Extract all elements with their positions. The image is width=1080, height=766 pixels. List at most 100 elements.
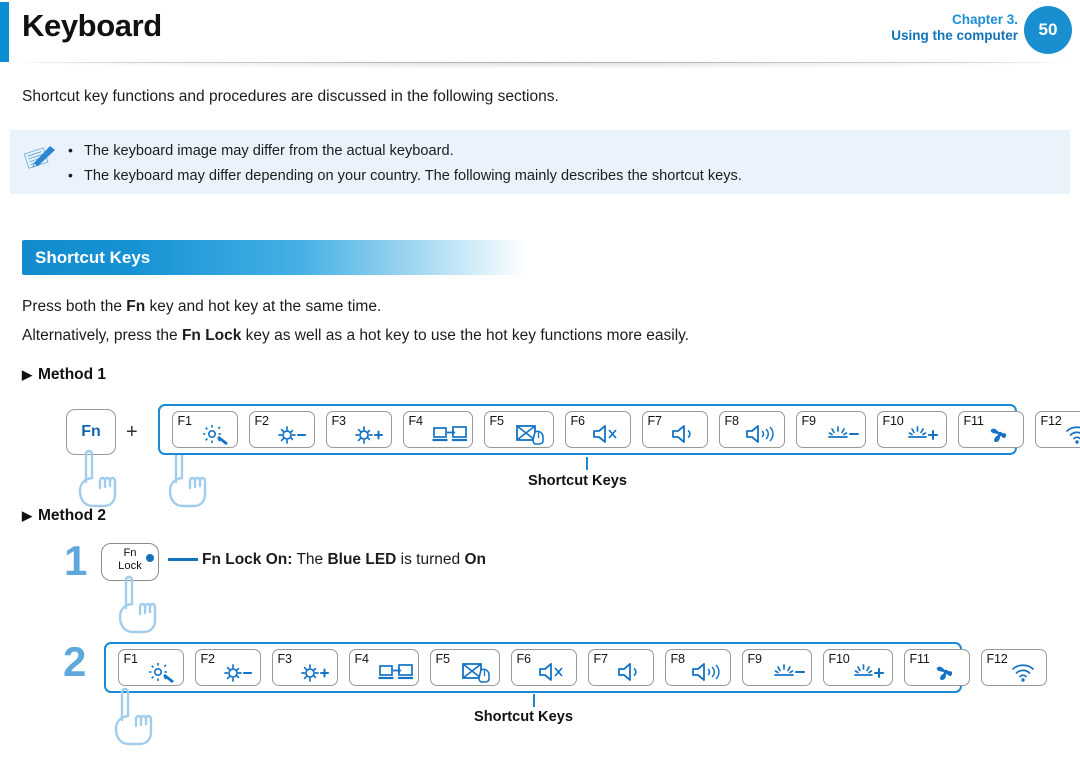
- blue-led-bold: Blue LED: [327, 551, 397, 568]
- paragraph-1-bold: Fn: [126, 298, 146, 315]
- function-key-f4[interactable]: F4: [348, 649, 419, 686]
- touchpad-off-icon: [459, 661, 495, 683]
- fn-lock-mid-1: The: [292, 551, 328, 568]
- list-item: The keyboard may differ depending on you…: [66, 164, 742, 189]
- note-box: The keyboard image may differ from the a…: [10, 130, 1070, 194]
- triangle-bullet-icon: ▶: [22, 367, 32, 382]
- function-key-f7[interactable]: F7: [587, 649, 654, 686]
- function-key-f2[interactable]: F2: [194, 649, 261, 686]
- keyboard-backlight-up-icon: [906, 423, 942, 445]
- wireless-icon: [1060, 423, 1080, 445]
- function-key-f10[interactable]: F10: [822, 649, 893, 686]
- function-key-f12[interactable]: F12: [980, 649, 1047, 686]
- function-key-f9[interactable]: F9: [795, 411, 866, 448]
- triangle-bullet-icon: ▶: [22, 508, 32, 523]
- function-key-f6[interactable]: F6: [510, 649, 577, 686]
- function-key-row-method-2: F1 F2 F3 F4 F5 F6 F7 F8 F9 F10 F11 F12: [104, 642, 1047, 693]
- display-switch-icon: [378, 661, 414, 683]
- function-key-label: F2: [254, 414, 270, 428]
- settings-gear-icon: [197, 423, 233, 445]
- function-key-f4[interactable]: F4: [402, 411, 473, 448]
- function-key-label: F6: [570, 414, 586, 428]
- pointing-hand-icon: [160, 448, 216, 515]
- note-list: The keyboard image may differ from the a…: [66, 139, 742, 188]
- touchpad-off-icon: [513, 423, 549, 445]
- function-key-label: F5: [489, 414, 505, 428]
- blue-led-indicator: [146, 554, 154, 562]
- function-key-label: F8: [670, 652, 686, 666]
- list-item: The keyboard image may differ from the a…: [66, 139, 742, 164]
- header-divider-shadow: [10, 62, 1072, 72]
- function-key-label: F2: [200, 652, 216, 666]
- function-key-f7[interactable]: F7: [641, 411, 708, 448]
- fn-lock-line-2: Lock: [118, 560, 142, 573]
- intro-paragraph: Shortcut key functions and procedures ar…: [22, 88, 559, 105]
- function-key-label: F7: [593, 652, 609, 666]
- pointing-hand-icon: [70, 448, 126, 515]
- volume-mute-icon: [536, 661, 572, 683]
- method-2-label: Method 2: [38, 507, 107, 524]
- function-key-f5[interactable]: F5: [429, 649, 500, 686]
- shortcut-keys-caption: Shortcut Keys: [528, 473, 627, 489]
- function-key-f3[interactable]: F3: [271, 649, 338, 686]
- brightness-up-icon: [351, 423, 387, 445]
- shortcut-keys-caption: Shortcut Keys: [474, 709, 573, 725]
- function-key-f5[interactable]: F5: [483, 411, 554, 448]
- function-key-f8[interactable]: F8: [664, 649, 731, 686]
- paragraph-fn-key: Press both the Fn key and hot key at the…: [22, 298, 381, 316]
- display-switch-icon: [432, 423, 468, 445]
- led-leader-line: [168, 558, 198, 561]
- section-heading-label: Shortcut Keys: [35, 247, 151, 267]
- function-key-label: F4: [354, 652, 370, 666]
- function-key-label: F11: [909, 652, 930, 666]
- function-key-label: F6: [516, 652, 532, 666]
- function-key-label: F12: [1040, 414, 1062, 428]
- function-key-label: F10: [882, 414, 904, 428]
- brightness-up-icon: [297, 661, 333, 683]
- function-key-label: F1: [177, 414, 193, 428]
- fn-lock-on-text: Fn Lock On: The Blue LED is turned On: [202, 551, 486, 569]
- function-key-f1[interactable]: F1: [171, 411, 238, 448]
- function-key-label: F8: [724, 414, 740, 428]
- volume-mute-icon: [590, 423, 626, 445]
- fn-lock-on-bold: Fn Lock On:: [202, 551, 293, 568]
- function-key-label: F9: [747, 652, 763, 666]
- on-bold: On: [464, 551, 486, 568]
- settings-gear-icon: [143, 661, 179, 683]
- function-key-row-method-1: F1 F2 F3 F4 F5 F6 F7 F8 F9 F10 F11 F12: [158, 404, 1080, 455]
- section-heading-bar: Shortcut Keys: [22, 240, 526, 275]
- pointing-hand-icon: [110, 574, 166, 641]
- keyboard-backlight-down-icon: [825, 423, 861, 445]
- step-number-1: 1: [64, 537, 88, 584]
- caption-pointer-line: [586, 457, 588, 470]
- function-key-f9[interactable]: F9: [741, 649, 812, 686]
- function-key-label: F12: [986, 652, 1008, 666]
- note-pen-icon: [23, 142, 58, 172]
- function-key-f10[interactable]: F10: [876, 411, 947, 448]
- chapter-info: Chapter 3. Using the computer: [891, 12, 1018, 44]
- function-key-f11[interactable]: F11: [903, 649, 970, 686]
- function-key-label: F7: [647, 414, 663, 428]
- pointing-hand-icon: [106, 686, 162, 753]
- function-key-f12[interactable]: F12: [1034, 411, 1080, 448]
- function-key-label: F1: [123, 652, 139, 666]
- function-key-label: F4: [408, 414, 424, 428]
- method-1-heading: ▶ Method 1: [22, 366, 106, 384]
- function-key-f8[interactable]: F8: [718, 411, 785, 448]
- volume-up-icon: [744, 423, 780, 445]
- header-accent-bar: [0, 2, 9, 62]
- volume-down-icon: [667, 423, 703, 445]
- page-header: Keyboard Chapter 3. Using the computer 5…: [0, 0, 1080, 72]
- volume-down-icon: [613, 661, 649, 683]
- chapter-name: Using the computer: [891, 27, 1018, 43]
- fan-silent-mode-icon: [929, 661, 965, 683]
- function-key-f11[interactable]: F11: [957, 411, 1024, 448]
- function-key-label: F10: [828, 652, 850, 666]
- function-key-f6[interactable]: F6: [564, 411, 631, 448]
- function-key-label: F11: [963, 414, 984, 428]
- paragraph-2-post: key as well as a hot key to use the hot …: [241, 327, 690, 344]
- function-key-f2[interactable]: F2: [248, 411, 315, 448]
- plus-sign: +: [126, 421, 138, 443]
- function-key-f1[interactable]: F1: [117, 649, 184, 686]
- function-key-f3[interactable]: F3: [325, 411, 392, 448]
